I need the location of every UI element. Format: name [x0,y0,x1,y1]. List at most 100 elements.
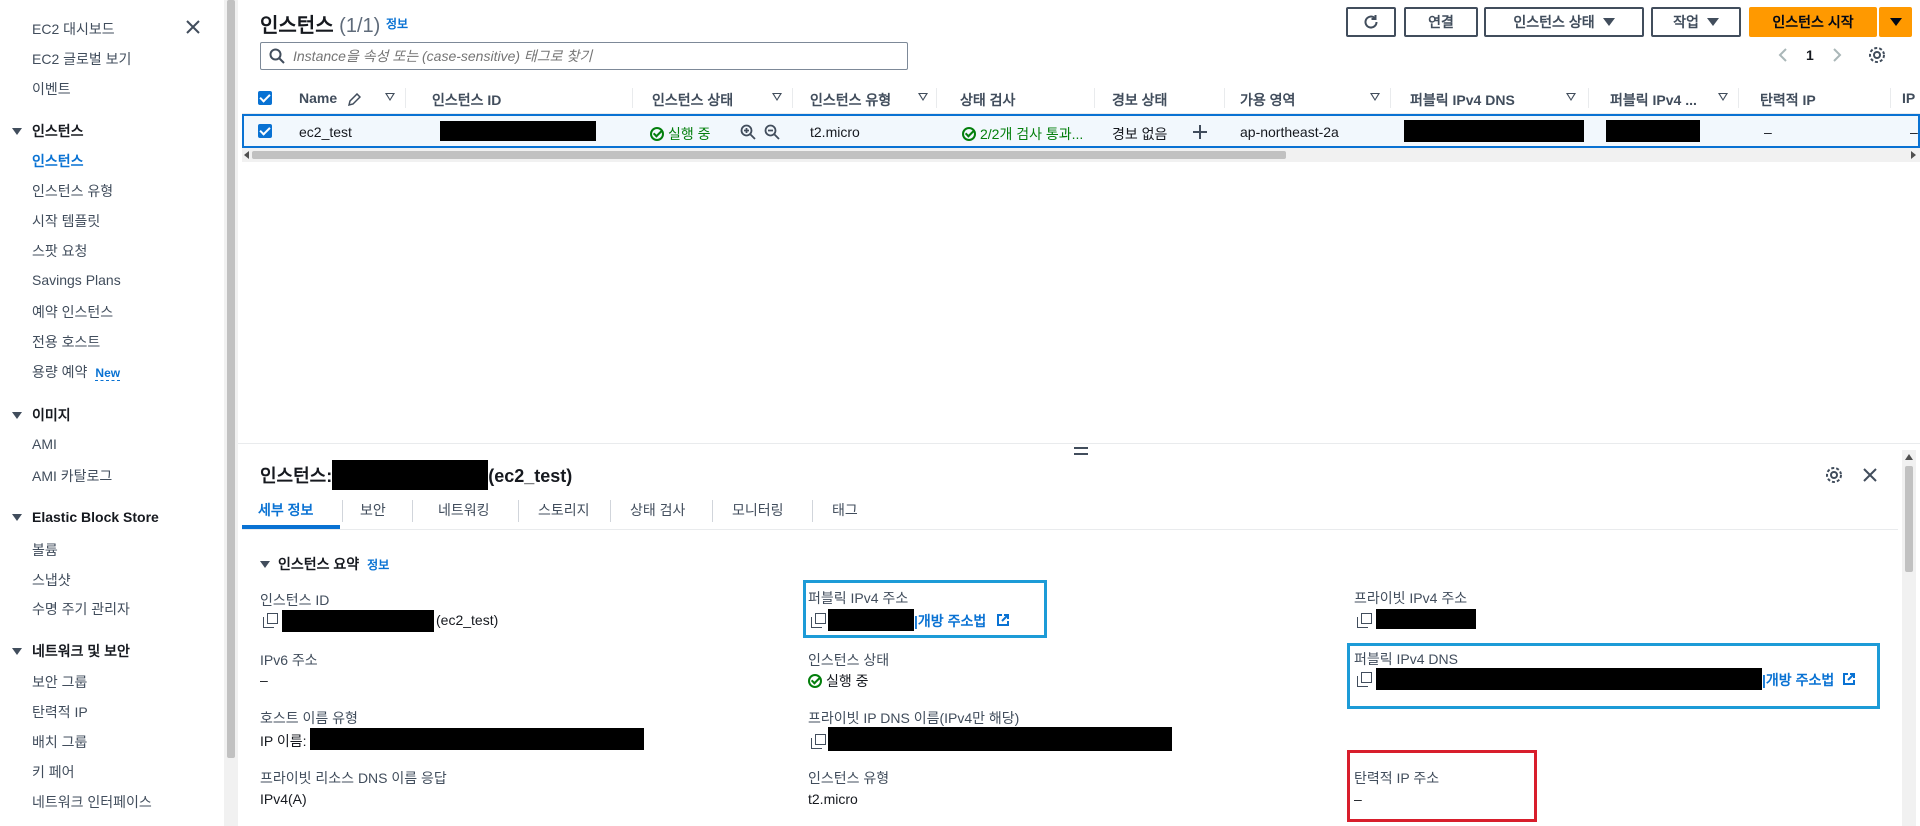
sidebar-item-security-groups[interactable]: 보안 그룹 [32,672,87,692]
add-plus-icon[interactable] [1192,124,1208,140]
column-name[interactable]: Name [299,90,337,106]
sidebar-group-images[interactable]: 이미지 [12,405,71,425]
column-instance-id[interactable]: 인스턴스 ID [432,90,501,110]
sidebar-item-network-interfaces[interactable]: 네트워크 인터페이스 [32,792,152,812]
sidebar-group-instances[interactable]: 인스턴스 [12,121,84,141]
sidebar-scrollbar[interactable] [224,0,238,826]
copy-icon[interactable] [1357,613,1372,628]
sidebar-item-reserved-instances[interactable]: 예약 인스턴스 [32,302,113,322]
launch-instances-button[interactable]: 인스턴스 시작 [1749,7,1877,37]
tab-monitoring[interactable]: 모니터링 [732,500,784,520]
sidebar-item-instance-types[interactable]: 인스턴스 유형 [32,181,113,201]
scroll-up-arrow-icon[interactable] [1905,454,1913,460]
table-horizontal-scrollbar[interactable] [242,148,1920,162]
scrollbar-thumb[interactable] [227,0,235,758]
column-ip[interactable]: IP [1902,90,1915,106]
column-separator[interactable] [1390,88,1391,108]
info-link[interactable]: 정보 [386,15,408,32]
search-bar[interactable] [260,42,908,70]
column-separator[interactable] [405,88,406,108]
scrollbar-thumb[interactable] [1905,466,1913,572]
filter-caret-icon[interactable] [1566,93,1576,101]
column-alarm-status[interactable]: 경보 상태 [1112,90,1167,110]
page-number[interactable]: 1 [1806,47,1814,63]
connect-button[interactable]: 연결 [1404,7,1478,37]
sidebar-item-ec2-global-view[interactable]: EC2 글로벌 보기 [32,49,131,69]
sidebar-item-ami-catalog[interactable]: AMI 카탈로그 [32,466,112,486]
column-separator[interactable] [632,88,633,108]
settings-gear-icon[interactable] [1825,466,1843,484]
sidebar-group-ebs[interactable]: Elastic Block Store [12,509,159,525]
sidebar-item-events[interactable]: 이벤트 [32,79,71,99]
tab-status-checks[interactable]: 상태 검사 [630,500,685,520]
column-public-dns[interactable]: 퍼블릭 IPv4 DNS [1410,90,1515,110]
filter-caret-icon[interactable] [1370,93,1380,101]
sidebar-item-savings-plans[interactable]: Savings Plans [32,272,121,288]
refresh-button[interactable] [1346,7,1396,37]
column-separator[interactable] [1094,88,1095,108]
chevron-left-icon[interactable] [1778,48,1788,62]
sidebar-item-instances[interactable]: 인스턴스 [32,151,84,171]
column-separator[interactable] [1738,88,1739,108]
filter-caret-icon[interactable] [1718,93,1728,101]
sidebar-group-network-security[interactable]: 네트워크 및 보안 [12,641,130,661]
column-separator[interactable] [936,88,937,108]
open-address-link[interactable]: |개방 주소법 [1762,670,1834,690]
copy-icon[interactable] [811,734,826,749]
scrollbar-thumb[interactable] [252,151,1286,159]
tab-storage[interactable]: 스토리지 [538,500,590,520]
details-vertical-scrollbar[interactable] [1902,450,1916,826]
section-instance-summary[interactable]: 인스턴스 요약 정보 [260,554,389,574]
column-instance-state[interactable]: 인스턴스 상태 [652,90,733,110]
close-icon[interactable] [1862,467,1878,483]
filter-caret-icon[interactable] [385,93,395,101]
launch-dropdown-button[interactable] [1879,7,1912,37]
cell-status-check[interactable]: 2/2개 검사 통과... [962,124,1083,144]
column-separator[interactable] [1588,88,1589,108]
sidebar-item-snapshots[interactable]: 스냅샷 [32,570,71,590]
settings-gear-icon[interactable] [1868,46,1886,64]
column-instance-type[interactable]: 인스턴스 유형 [810,90,891,110]
copy-icon[interactable] [1357,672,1372,687]
column-separator[interactable] [792,88,793,108]
actions-button[interactable]: 작업 [1651,7,1741,37]
tab-networking[interactable]: 네트워킹 [438,500,490,520]
search-input[interactable] [293,48,893,64]
chevron-right-icon[interactable] [1832,48,1842,62]
instance-state-button[interactable]: 인스턴스 상태 [1484,7,1644,37]
copy-icon[interactable] [263,613,278,628]
open-address-link[interactable]: |개방 주소법 [914,611,986,631]
copy-icon[interactable] [811,613,826,628]
zoom-in-icon[interactable] [740,124,756,140]
sidebar-item-dedicated-hosts[interactable]: 전용 호스트 [32,332,100,352]
column-separator[interactable] [1224,88,1225,108]
column-elastic-ip[interactable]: 탄력적 IP [1760,90,1816,110]
info-link[interactable]: 정보 [367,556,389,573]
tab-tags[interactable]: 태그 [832,500,858,520]
filter-caret-icon[interactable] [772,93,782,101]
sidebar-item-capacity-reservations[interactable]: 용량 예약 New [32,362,121,382]
column-public-ipv4[interactable]: 퍼블릭 IPv4 ... [1610,90,1697,110]
tab-details[interactable]: 세부 정보 [258,500,313,520]
filter-caret-icon[interactable] [918,93,928,101]
sidebar-item-key-pairs[interactable]: 키 페어 [32,762,75,782]
table-row[interactable]: ec2_test 실행 중 t2.micro 2/2개 검사 통과... 경보 … [242,114,1920,148]
external-link-icon[interactable] [1842,672,1856,686]
sidebar-item-ami[interactable]: AMI [32,436,57,452]
sidebar-item-elastic-ips[interactable]: 탄력적 IP [32,702,88,722]
scroll-right-arrow-icon[interactable] [1910,151,1916,159]
sidebar-item-spot-requests[interactable]: 스팟 요청 [32,241,87,261]
external-link-icon[interactable] [996,613,1010,627]
column-separator[interactable] [1890,88,1891,108]
sidebar-item-launch-templates[interactable]: 시작 템플릿 [32,211,100,231]
column-status-check[interactable]: 상태 검사 [960,90,1015,110]
sidebar-item-placement-groups[interactable]: 배치 그룹 [32,732,87,752]
column-availability-zone[interactable]: 가용 영역 [1240,90,1295,110]
sidebar-item-volumes[interactable]: 볼륨 [32,540,58,560]
sidebar-item-ec2-dashboard[interactable]: EC2 대시보드 [32,19,115,39]
tab-security[interactable]: 보안 [360,500,386,520]
scroll-left-arrow-icon[interactable] [244,151,250,159]
zoom-out-icon[interactable] [764,124,780,140]
select-all-checkbox[interactable] [258,91,272,105]
close-icon[interactable] [184,18,202,36]
